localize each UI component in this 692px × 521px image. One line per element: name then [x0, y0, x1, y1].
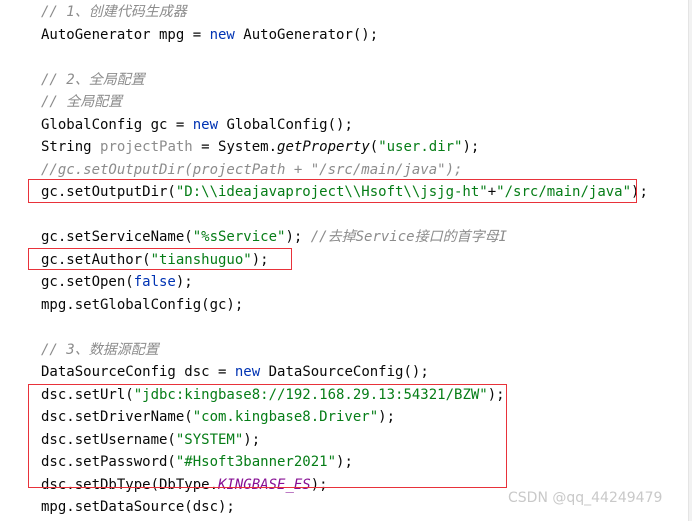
code-token: gc.setOpen( — [41, 274, 134, 290]
code-token: AutoGenerator mpg = — [41, 27, 210, 43]
code-token: = System. — [192, 139, 278, 155]
code-token: ( — [369, 139, 379, 155]
code-keyword: new — [192, 117, 219, 133]
code-string: "user.dir" — [378, 139, 463, 155]
code-keyword: false — [133, 274, 176, 290]
code-line-comment-create-generator: // 1、创建代码生成器 — [41, 4, 187, 20]
code-line-setopen: gc.setOpen(false); — [41, 271, 193, 293]
code-token: ); — [285, 229, 311, 245]
code-line-comment-datasource: // 3、数据源配置 — [41, 342, 159, 358]
highlight-box-author — [28, 248, 292, 270]
code-keyword: new — [209, 27, 235, 43]
code-token: DataSourceConfig dsc = — [41, 364, 235, 380]
code-line-datasourceconfig: DataSourceConfig dsc = new DataSourceCon… — [41, 361, 429, 383]
code-line-comment-global-config: // 2、全局配置 — [41, 72, 145, 88]
code-editor[interactable]: // 1、创建代码生成器 AutoGenerator mpg = new Aut… — [0, 0, 692, 521]
code-token: DataSourceConfig(); — [260, 364, 429, 380]
code-line-setglobalconfig: mpg.setGlobalConfig(gc); — [41, 297, 244, 313]
code-comment: //去掉Service接口的首字母I — [310, 229, 508, 245]
code-token: ); — [462, 139, 480, 155]
code-line-commented-outputdir: //gc.setOutputDir(projectPath + "/src/ma… — [41, 162, 463, 178]
code-token: ); — [175, 274, 193, 290]
code-unused-variable: projectPath — [100, 139, 193, 155]
code-line-globalconfig: GlobalConfig gc = new GlobalConfig(); — [41, 114, 353, 136]
watermark: CSDN @qq_44249479 — [508, 490, 663, 506]
code-line-comment-global-config-2: // 全局配置 — [41, 94, 123, 110]
code-line-setservicename: gc.setServiceName("%sService"); //去掉Serv… — [41, 226, 507, 248]
code-string: "%sService" — [192, 229, 286, 245]
code-token: GlobalConfig gc = — [41, 117, 193, 133]
code-token: String — [41, 139, 101, 155]
code-line-autogenerator: AutoGenerator mpg = new AutoGenerator(); — [41, 24, 378, 46]
code-token: AutoGenerator(); — [234, 27, 379, 43]
code-token: gc.setServiceName( — [41, 229, 193, 245]
code-line-projectpath: String projectPath = System.getProperty(… — [41, 136, 479, 158]
highlight-box-outputdir — [28, 179, 637, 203]
code-line-setdatasource: mpg.setDataSource(dsc); — [41, 499, 235, 515]
editor-scrollbar[interactable] — [688, 0, 692, 521]
highlight-box-datasource — [28, 384, 507, 488]
code-static-method: getProperty — [277, 139, 370, 155]
code-keyword: new — [234, 364, 261, 380]
code-token: GlobalConfig(); — [218, 117, 353, 133]
